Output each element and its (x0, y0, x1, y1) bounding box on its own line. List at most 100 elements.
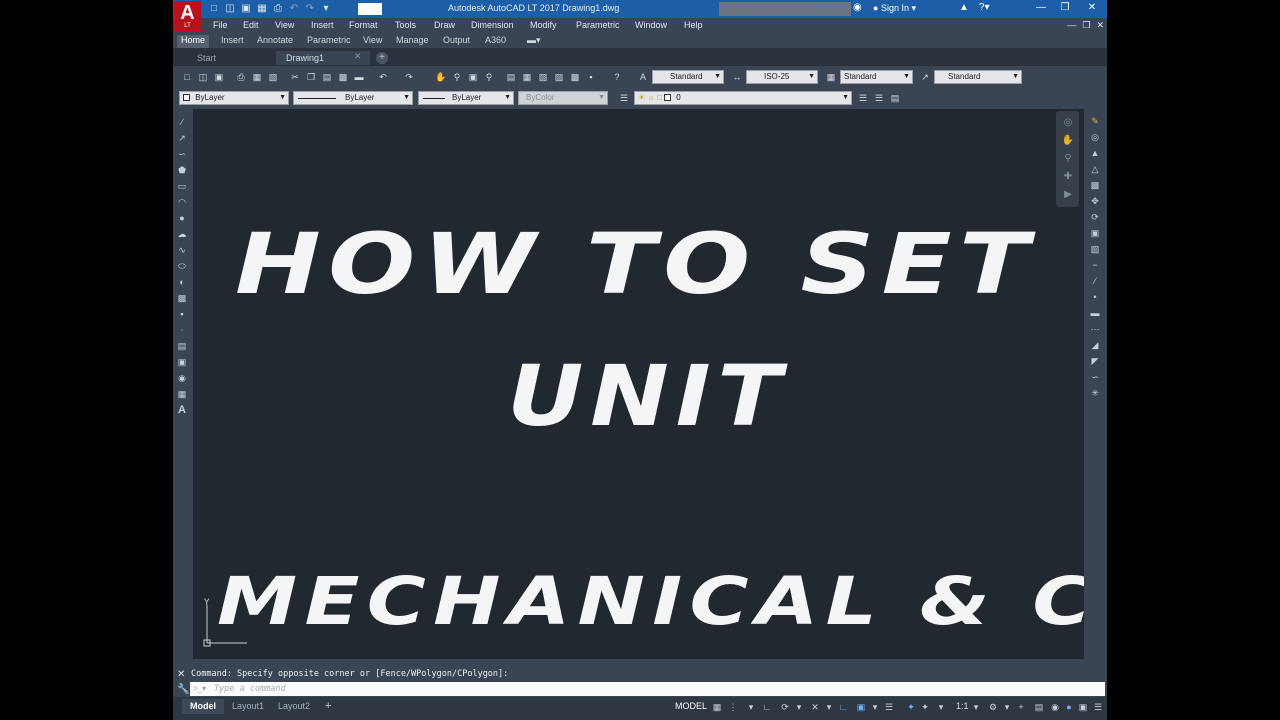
lineweight-select[interactable]: ByLayer ▼ (418, 91, 514, 105)
auto-scale-icon[interactable]: ✦ (919, 701, 931, 713)
model-space-button[interactable]: MODEL (675, 701, 707, 711)
redo-icon[interactable]: ↷ (303, 1, 317, 15)
plotstyle-select[interactable]: ByColor ▼ (518, 91, 608, 105)
revision-cloud-icon[interactable]: ☁ (176, 228, 188, 240)
tab-insert[interactable]: Insert (217, 35, 248, 48)
plot-icon[interactable]: ⎙ (235, 71, 247, 83)
file-tab-start[interactable]: Start (187, 51, 267, 65)
copy-object-icon[interactable]: ◎ (1089, 131, 1101, 143)
annotation-scale[interactable]: 1:1 (956, 701, 969, 711)
new-file-icon[interactable]: □ (207, 1, 221, 15)
markup-icon[interactable]: ▩ (569, 71, 581, 83)
spline-icon[interactable]: ∿ (176, 244, 188, 256)
annotation-visibility-icon[interactable]: ✦ (905, 701, 917, 713)
ellipse-icon[interactable]: ⬭ (176, 260, 188, 272)
qat-dropdown-icon[interactable]: ▾ (319, 1, 333, 15)
layer-properties-icon[interactable]: ☰ (618, 92, 630, 104)
doc-minimize-icon[interactable]: — (1067, 20, 1076, 31)
sign-in-button[interactable]: ● Sign In ▾ (873, 3, 916, 14)
block-editor-icon[interactable]: ▬ (353, 71, 365, 83)
dim-style-select[interactable]: ISO-25 ▼ (746, 70, 818, 84)
chamfer-icon[interactable]: ◢ (1089, 339, 1101, 351)
save-icon[interactable]: ▣ (239, 1, 253, 15)
application-menu-button[interactable]: A LT (174, 1, 201, 31)
fillet-icon[interactable]: ◤ (1089, 355, 1101, 367)
workspace-gear-icon[interactable]: ⚙ (987, 701, 999, 713)
nav-zoom-icon[interactable]: ⚲ (1061, 153, 1075, 167)
object-snap-icon[interactable]: ▣ (855, 701, 867, 713)
insert-block-icon[interactable]: ▩ (176, 292, 188, 304)
menu-help[interactable]: Help (684, 20, 703, 30)
save-as-icon[interactable]: ▦ (255, 1, 269, 15)
ellipse-arc-icon[interactable]: ◐ (176, 276, 188, 288)
trim-icon[interactable]: − (1089, 259, 1101, 271)
minimize-icon[interactable]: — (1031, 1, 1051, 15)
make-current-layer-icon[interactable]: ☰ (857, 92, 869, 104)
arc-icon[interactable]: ◠ (176, 196, 188, 208)
workspace-switcher[interactable] (358, 3, 382, 15)
snap-dropdown-icon[interactable]: ▾ (745, 701, 757, 713)
close-icon[interactable]: ✕ (1079, 1, 1105, 15)
line-icon[interactable]: ∕ (176, 116, 188, 128)
publish-icon[interactable]: ▧ (267, 71, 279, 83)
hatch-icon[interactable]: ▤ (176, 340, 188, 352)
match-properties-icon[interactable]: ▩ (337, 71, 349, 83)
tool-palettes-icon[interactable]: ▧ (537, 71, 549, 83)
search-input[interactable] (719, 2, 851, 16)
paste-icon[interactable]: ▤ (321, 71, 333, 83)
mirror-icon[interactable]: ▲ (1089, 147, 1101, 159)
break-icon[interactable]: ▬ (1089, 307, 1101, 319)
extend-icon[interactable]: ∕ (1089, 275, 1101, 287)
polar-dropdown-icon[interactable]: ▾ (793, 701, 805, 713)
construction-line-icon[interactable]: ↗ (176, 132, 188, 144)
customization-menu-icon[interactable]: ☰ (1092, 701, 1104, 713)
layer-select[interactable]: ☀ ☼ □ 0 ▼ (634, 91, 852, 105)
layer-previous-icon[interactable]: ☰ (873, 92, 885, 104)
polar-icon[interactable]: ⟳ (779, 701, 791, 713)
nav-pan-icon[interactable]: ✋ (1061, 135, 1075, 149)
open-icon[interactable]: ◫ (197, 71, 209, 83)
table-style-select[interactable]: Standard ▼ (840, 70, 913, 84)
units-icon[interactable]: ▤ (1033, 701, 1045, 713)
move-icon[interactable]: ✥ (1089, 195, 1101, 207)
explode-icon[interactable]: ✳ (1089, 387, 1101, 399)
drawing-canvas[interactable]: HOW TO SET UNIT MECHANICAL & CIVIL Y ◎ ✋… (193, 109, 1084, 659)
redo-icon[interactable]: ↷ (403, 71, 415, 83)
array-icon[interactable]: ▩ (1089, 179, 1101, 191)
nav-orbit-icon[interactable]: ✚ (1061, 171, 1075, 185)
tab-home[interactable]: Home (177, 35, 210, 48)
ortho-icon[interactable]: ∟ (761, 701, 773, 713)
annotation-monitor-icon[interactable]: + (1015, 701, 1027, 713)
properties-icon[interactable]: ▤ (505, 71, 517, 83)
zoom-window-icon[interactable]: ▣ (467, 71, 479, 83)
object-snap-dropdown-icon[interactable]: ▾ (869, 701, 881, 713)
workspace-dropdown-icon[interactable]: ▾ (1001, 701, 1013, 713)
menu-edit[interactable]: Edit (243, 20, 259, 30)
customize-wrench-icon[interactable]: 🔧 (177, 684, 189, 695)
file-tab-close-icon[interactable]: ✕ (354, 51, 362, 62)
menu-draw[interactable]: Draw (434, 20, 455, 30)
plot-preview-icon[interactable]: ▦ (251, 71, 263, 83)
command-prompt-icon[interactable]: >_▾ (193, 684, 206, 693)
tab-layout1[interactable]: Layout1 (224, 699, 272, 714)
scale-icon[interactable]: ▣ (1089, 227, 1101, 239)
rectangle-icon[interactable]: ▭ (176, 180, 188, 192)
grid-icon[interactable]: ▦ (711, 701, 723, 713)
restore-icon[interactable]: ❐ (1055, 1, 1075, 15)
tab-output[interactable]: Output (439, 35, 474, 48)
erase-icon[interactable]: ✎ (1089, 115, 1101, 127)
tab-annotate[interactable]: Annotate (253, 35, 297, 48)
undo-icon[interactable]: ↶ (377, 71, 389, 83)
help-icon[interactable]: ?▾ (979, 2, 990, 13)
menu-view[interactable]: View (275, 20, 294, 30)
menu-insert[interactable]: Insert (311, 20, 334, 30)
command-close-icon[interactable]: ✕ (177, 669, 185, 680)
steering-wheel-icon[interactable]: ◎ (1061, 117, 1075, 131)
autodesk-exchange-icon[interactable]: ▲ (959, 2, 969, 13)
lineweight-display-icon[interactable]: ☰ (883, 701, 895, 713)
help-icon[interactable]: ? (611, 71, 623, 83)
tab-model[interactable]: Model (182, 699, 224, 714)
make-block-icon[interactable]: ▪ (176, 308, 188, 320)
multileader-style-select[interactable]: Standard ▼ (934, 70, 1022, 84)
qnew-icon[interactable]: □ (181, 71, 193, 83)
